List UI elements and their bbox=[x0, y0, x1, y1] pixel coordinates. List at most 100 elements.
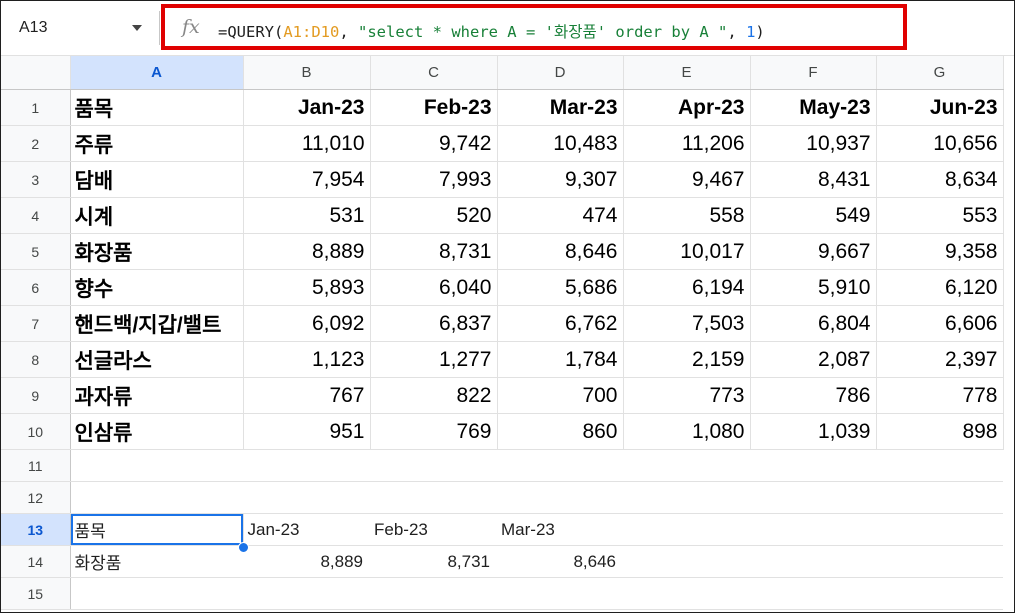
column-header-a[interactable]: A bbox=[70, 56, 244, 90]
column-header-g[interactable]: G bbox=[876, 56, 1004, 90]
cell[interactable]: 6,194 bbox=[623, 269, 751, 306]
cell[interactable]: 778 bbox=[876, 377, 1004, 414]
row-header[interactable]: 1 bbox=[1, 89, 71, 126]
cell[interactable] bbox=[750, 577, 876, 610]
cell[interactable]: 8,731 bbox=[370, 233, 498, 270]
cell[interactable]: 860 bbox=[497, 413, 624, 450]
cell[interactable]: 767 bbox=[243, 377, 371, 414]
cell[interactable]: May-23 bbox=[750, 89, 877, 126]
cell[interactable] bbox=[623, 577, 750, 610]
cell[interactable]: 1,080 bbox=[623, 413, 751, 450]
cell[interactable]: Apr-23 bbox=[623, 89, 751, 126]
cell[interactable]: 786 bbox=[750, 377, 877, 414]
cell[interactable]: 향수 bbox=[70, 269, 244, 306]
cell[interactable] bbox=[70, 577, 243, 610]
cell[interactable] bbox=[623, 449, 750, 482]
cell[interactable]: 9,742 bbox=[370, 125, 498, 162]
cell[interactable]: 2,159 bbox=[623, 341, 751, 378]
cell[interactable] bbox=[876, 545, 1003, 578]
cell[interactable] bbox=[623, 513, 750, 546]
cell[interactable] bbox=[750, 545, 876, 578]
cell[interactable]: 7,954 bbox=[243, 161, 371, 198]
cell[interactable]: 10,656 bbox=[876, 125, 1004, 162]
cell[interactable]: 11,206 bbox=[623, 125, 751, 162]
cell[interactable] bbox=[70, 449, 243, 482]
column-header-d[interactable]: D bbox=[497, 56, 624, 90]
cell[interactable]: 주류 bbox=[70, 125, 244, 162]
cell[interactable] bbox=[750, 481, 876, 514]
cell[interactable]: 7,993 bbox=[370, 161, 498, 198]
cell[interactable]: Feb-23 bbox=[370, 89, 498, 126]
cell[interactable]: Mar-23 bbox=[497, 513, 623, 546]
cell[interactable]: Jan-23 bbox=[243, 513, 370, 546]
cell[interactable] bbox=[70, 481, 243, 514]
cell[interactable]: 인삼류 bbox=[70, 413, 244, 450]
cell[interactable]: Mar-23 bbox=[497, 89, 624, 126]
cell[interactable]: 7,503 bbox=[623, 305, 751, 342]
cell[interactable]: 8,634 bbox=[876, 161, 1004, 198]
row-header[interactable]: 8 bbox=[1, 341, 71, 378]
column-header-c[interactable]: C bbox=[370, 56, 498, 90]
cell[interactable]: 898 bbox=[876, 413, 1004, 450]
cell[interactable]: 822 bbox=[370, 377, 498, 414]
row-header[interactable]: 12 bbox=[1, 481, 71, 514]
cell[interactable] bbox=[876, 577, 1003, 610]
cell[interactable]: 520 bbox=[370, 197, 498, 234]
cell[interactable]: 8,646 bbox=[497, 233, 624, 270]
cell[interactable]: 549 bbox=[750, 197, 877, 234]
cell[interactable]: 6,120 bbox=[876, 269, 1004, 306]
cell[interactable]: 화장품 bbox=[70, 545, 243, 578]
cell[interactable] bbox=[750, 449, 876, 482]
cell[interactable]: Feb-23 bbox=[370, 513, 497, 546]
cell[interactable]: 773 bbox=[623, 377, 751, 414]
row-header[interactable]: 5 bbox=[1, 233, 71, 270]
cell[interactable]: 8,889 bbox=[243, 545, 370, 578]
column-header-b[interactable]: B bbox=[243, 56, 371, 90]
cell[interactable]: 10,937 bbox=[750, 125, 877, 162]
row-header[interactable]: 11 bbox=[1, 449, 71, 482]
cell[interactable]: 5,686 bbox=[497, 269, 624, 306]
cell[interactable] bbox=[497, 577, 623, 610]
cell[interactable] bbox=[497, 481, 623, 514]
cell[interactable]: 769 bbox=[370, 413, 498, 450]
cell[interactable] bbox=[750, 513, 876, 546]
cell[interactable]: 8,646 bbox=[497, 545, 623, 578]
cell[interactable]: 1,277 bbox=[370, 341, 498, 378]
cell[interactable]: 5,893 bbox=[243, 269, 371, 306]
cell[interactable]: 10,017 bbox=[623, 233, 751, 270]
cell[interactable] bbox=[876, 513, 1003, 546]
cell[interactable]: 9,667 bbox=[750, 233, 877, 270]
cell[interactable] bbox=[370, 577, 497, 610]
cell[interactable]: 8,889 bbox=[243, 233, 371, 270]
cell[interactable] bbox=[497, 449, 623, 482]
cell[interactable]: 951 bbox=[243, 413, 371, 450]
cell[interactable]: 2,397 bbox=[876, 341, 1004, 378]
row-header[interactable]: 6 bbox=[1, 269, 71, 306]
cell[interactable]: 558 bbox=[623, 197, 751, 234]
row-header[interactable]: 2 bbox=[1, 125, 71, 162]
cell[interactable]: 6,804 bbox=[750, 305, 877, 342]
cell[interactable]: 품목 bbox=[70, 89, 244, 126]
active-cell[interactable]: 품목 bbox=[70, 513, 244, 546]
name-box-dropdown-icon[interactable] bbox=[132, 25, 142, 31]
cell[interactable]: 10,483 bbox=[497, 125, 624, 162]
row-header[interactable]: 10 bbox=[1, 413, 71, 450]
cell[interactable]: 6,837 bbox=[370, 305, 498, 342]
cell[interactable]: 화장품 bbox=[70, 233, 244, 270]
cell[interactable] bbox=[243, 449, 370, 482]
cell[interactable]: 핸드백/지갑/밸트 bbox=[70, 305, 244, 342]
row-header[interactable]: 9 bbox=[1, 377, 71, 414]
cell[interactable] bbox=[623, 481, 750, 514]
row-header[interactable]: 4 bbox=[1, 197, 71, 234]
cell[interactable]: 시계 bbox=[70, 197, 244, 234]
cell[interactable]: 6,606 bbox=[876, 305, 1004, 342]
cell[interactable]: 9,467 bbox=[623, 161, 751, 198]
cell[interactable]: 과자류 bbox=[70, 377, 244, 414]
cell[interactable]: 선글라스 bbox=[70, 341, 244, 378]
cell[interactable]: 담배 bbox=[70, 161, 244, 198]
cell[interactable]: 8,431 bbox=[750, 161, 877, 198]
row-header[interactable]: 7 bbox=[1, 305, 71, 342]
cell[interactable] bbox=[370, 449, 497, 482]
cell[interactable]: 6,092 bbox=[243, 305, 371, 342]
cell[interactable]: Jan-23 bbox=[243, 89, 371, 126]
